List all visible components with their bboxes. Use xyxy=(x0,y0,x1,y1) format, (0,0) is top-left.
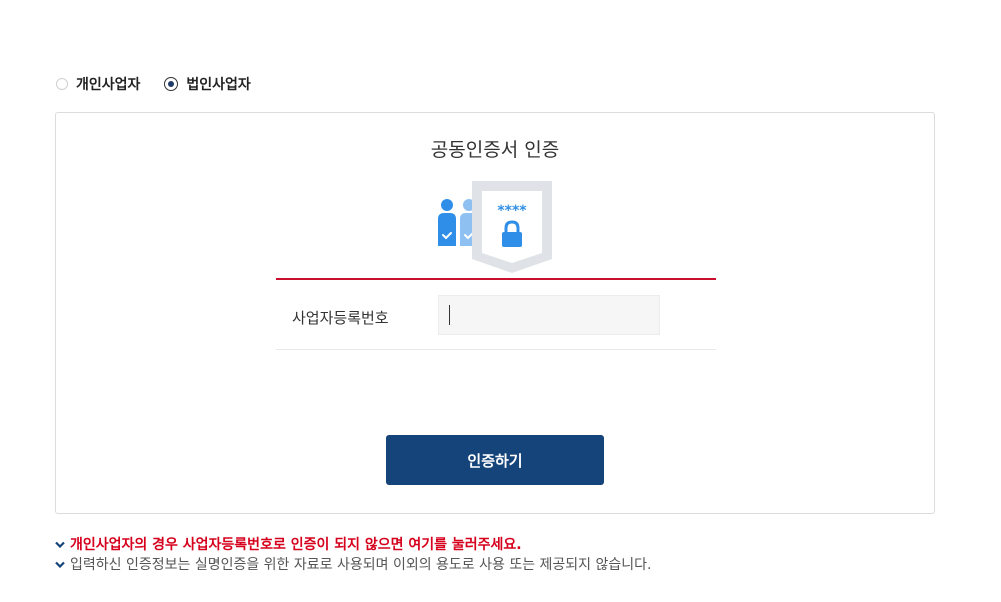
radio-corporate-indicator[interactable] xyxy=(164,77,179,91)
privacy-notice-text: 입력하신 인증정보는 실명인증을 위한 자료로 사용되며 이외의 용도로 사용 … xyxy=(70,557,652,573)
notice-item-privacy: 입력하신 인증정보는 실명인증을 위한 자료로 사용되며 이외의 용도로 사용 … xyxy=(55,554,955,574)
text-cursor xyxy=(449,305,450,325)
business-type-radio-group: 개인사업자 법인사업자 xyxy=(56,73,275,95)
notice-item-personal: 개인사업자의 경우 사업자등록번호로 인증이 되지 않으면 여기를 눌러주세요. xyxy=(55,534,955,554)
radio-personal-business[interactable]: 개인사업자 xyxy=(56,74,140,94)
business-number-row: 사업자등록번호 xyxy=(276,280,716,350)
authenticate-button[interactable]: 인증하기 xyxy=(386,435,604,485)
certificate-illustration-icon: **** xyxy=(438,181,552,273)
chevron-down-icon xyxy=(55,554,66,574)
radio-corporate-business[interactable]: 법인사업자 xyxy=(164,74,251,94)
business-number-label: 사업자등록번호 xyxy=(292,309,389,327)
masked-password-text: **** xyxy=(497,203,527,219)
business-number-input[interactable] xyxy=(438,295,660,335)
personal-business-link[interactable]: 개인사업자의 경우 사업자등록번호로 인증이 되지 않으면 여기를 눌러주세요. xyxy=(70,534,522,554)
chevron-down-icon xyxy=(55,534,66,554)
radio-personal-label: 개인사업자 xyxy=(76,77,141,93)
auth-panel-title: 공동인증서 인증 xyxy=(430,139,560,161)
certificate-auth-panel: 공동인증서 인증 **** 사업자등록번호 인증하기 xyxy=(55,112,935,514)
notice-list: 개인사업자의 경우 사업자등록번호로 인증이 되지 않으면 여기를 눌러주세요.… xyxy=(55,534,955,574)
radio-personal-indicator[interactable] xyxy=(56,78,68,90)
radio-corporate-label: 법인사업자 xyxy=(186,77,251,93)
